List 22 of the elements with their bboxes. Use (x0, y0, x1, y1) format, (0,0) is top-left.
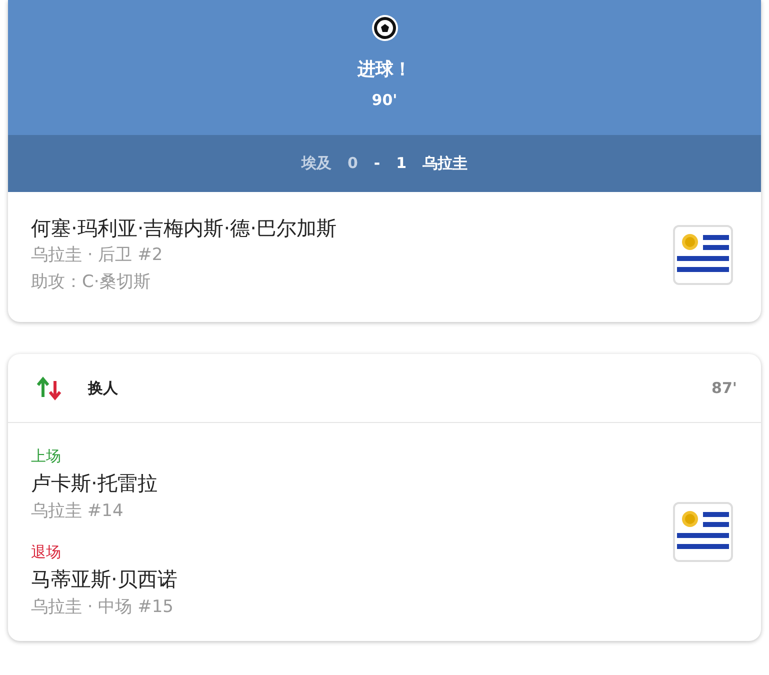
player-name: 何塞·玛利亚·吉梅内斯·德·巴尔加斯 (31, 215, 336, 242)
score-separator: - (374, 153, 380, 174)
player-detail: 乌拉圭 · 中场 #15 (31, 596, 174, 619)
player-detail: 乌拉圭 · 后卫 #2 (31, 244, 164, 267)
player-detail: 乌拉圭 #14 (31, 500, 124, 523)
assist-text: 助攻：C·桑切斯 (31, 271, 152, 294)
goal-title: 进球！ (358, 58, 412, 82)
team-name: 埃及 (301, 153, 332, 174)
swap-arrows-icon (36, 375, 62, 401)
substitution-label: 退场 (31, 542, 62, 563)
player-name: 马蒂亚斯·贝西诺 (31, 566, 178, 593)
substitution-minute: 87' (712, 378, 737, 399)
flag-icon (673, 502, 733, 562)
flag-icon (673, 225, 733, 285)
team-name: 乌拉圭 (422, 153, 468, 174)
substitution-label: 上场 (31, 446, 62, 467)
soccer-ball-icon (370, 14, 398, 42)
goal-minute: 90' (372, 90, 398, 111)
player-name: 卢卡斯·托雷拉 (31, 470, 158, 497)
team-score: 0 (347, 153, 358, 174)
substitution-title: 换人 (88, 378, 118, 399)
team-score: 1 (396, 153, 407, 174)
